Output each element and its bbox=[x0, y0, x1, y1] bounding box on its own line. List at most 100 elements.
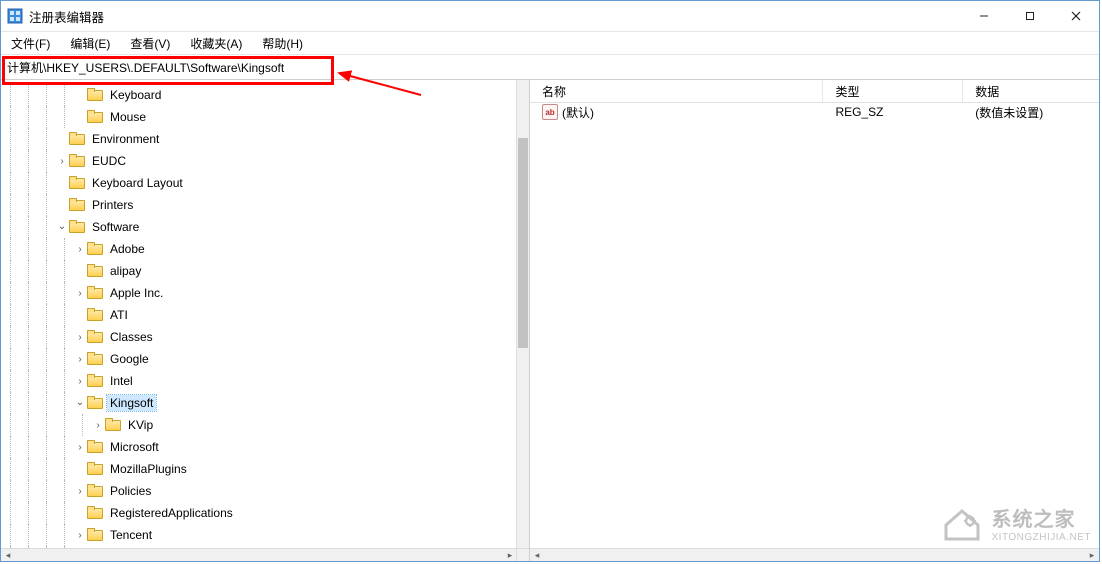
folder-icon bbox=[87, 242, 103, 256]
value-type: REG_SZ bbox=[823, 105, 963, 119]
menu-bar: 文件(F) 编辑(E) 查看(V) 收藏夹(A) 帮助(H) bbox=[1, 32, 1099, 55]
tree-node[interactable]: KVip bbox=[1, 414, 517, 436]
folder-icon bbox=[87, 330, 103, 344]
tree-node[interactable]: Tencent bbox=[1, 524, 517, 546]
tree-node[interactable]: EUDC bbox=[1, 150, 517, 172]
folder-icon bbox=[87, 286, 103, 300]
scrollbar-thumb[interactable] bbox=[518, 138, 528, 348]
folder-icon bbox=[87, 528, 103, 542]
expand-icon[interactable] bbox=[73, 288, 87, 299]
tree-node[interactable]: RegisteredApplications bbox=[1, 502, 517, 524]
folder-icon bbox=[87, 440, 103, 454]
tree-node[interactable]: Keyboard Layout bbox=[1, 172, 517, 194]
expand-icon[interactable] bbox=[73, 244, 87, 255]
tree-vertical-scrollbar[interactable] bbox=[516, 80, 529, 549]
collapse-icon[interactable] bbox=[55, 222, 69, 233]
tree-node-label: ATI bbox=[107, 307, 131, 323]
expand-icon[interactable] bbox=[73, 354, 87, 365]
tree-node-label: Mouse bbox=[107, 109, 149, 125]
folder-icon bbox=[87, 352, 103, 366]
tree-node[interactable]: Policies bbox=[1, 480, 517, 502]
tree-node-label: Keyboard Layout bbox=[89, 175, 186, 191]
expand-icon[interactable] bbox=[73, 376, 87, 387]
menu-help[interactable]: 帮助(H) bbox=[258, 33, 307, 54]
tree-node[interactable]: Mouse bbox=[1, 106, 517, 128]
expand-icon[interactable] bbox=[91, 420, 105, 431]
scroll-right-button[interactable]: ▸ bbox=[1085, 549, 1099, 561]
value-data: (数值未设置) bbox=[963, 104, 1099, 121]
close-button[interactable] bbox=[1053, 1, 1099, 31]
column-header-name[interactable]: 名称 bbox=[530, 80, 823, 102]
tree-node-label: Environment bbox=[89, 131, 162, 147]
tree-node-label: Policies bbox=[107, 483, 154, 499]
string-value-icon: ab bbox=[542, 104, 558, 120]
folder-icon bbox=[87, 110, 103, 124]
folder-icon bbox=[69, 176, 85, 190]
folder-icon bbox=[69, 198, 85, 212]
expand-icon[interactable] bbox=[73, 530, 87, 541]
column-header-data[interactable]: 数据 bbox=[963, 80, 1099, 102]
menu-edit[interactable]: 编辑(E) bbox=[66, 33, 114, 54]
values-list[interactable]: ab(默认) REG_SZ(数值未设置) bbox=[530, 102, 1099, 549]
tree-node-label: Apple Inc. bbox=[107, 285, 166, 301]
menu-file[interactable]: 文件(F) bbox=[7, 33, 54, 54]
scroll-left-button[interactable]: ◂ bbox=[1, 549, 15, 561]
tree-node[interactable]: Environment bbox=[1, 128, 517, 150]
scroll-left-button[interactable]: ◂ bbox=[530, 549, 544, 561]
scroll-right-button[interactable]: ▸ bbox=[503, 549, 517, 561]
tree-node[interactable]: Keyboard bbox=[1, 84, 517, 106]
values-header: 名称 类型 数据 bbox=[530, 80, 1099, 103]
tree-node[interactable]: ATI bbox=[1, 304, 517, 326]
tree-node[interactable]: Intel bbox=[1, 370, 517, 392]
tree-node[interactable]: Kingsoft bbox=[1, 392, 517, 414]
value-name: (默认) bbox=[562, 104, 594, 121]
tree-node-label: Kingsoft bbox=[107, 395, 156, 411]
folder-icon bbox=[87, 506, 103, 520]
folder-icon bbox=[87, 374, 103, 388]
tree-node[interactable]: Google bbox=[1, 348, 517, 370]
tree-node[interactable]: Adobe bbox=[1, 238, 517, 260]
expand-icon[interactable] bbox=[73, 486, 87, 497]
minimize-button[interactable] bbox=[961, 1, 1007, 31]
tree-horizontal-scrollbar[interactable]: ◂ ▸ bbox=[1, 548, 517, 561]
tree-node-label: Intel bbox=[107, 373, 136, 389]
expand-icon[interactable] bbox=[73, 332, 87, 343]
expand-icon[interactable] bbox=[55, 156, 69, 167]
tree-node-label: Microsoft bbox=[107, 439, 162, 455]
tree-node-label: Classes bbox=[107, 329, 156, 345]
values-pane: 名称 类型 数据 ab(默认) REG_SZ(数值未设置) ◂ ▸ bbox=[530, 80, 1099, 561]
folder-icon bbox=[87, 88, 103, 102]
address-bar bbox=[1, 55, 1099, 80]
folder-icon bbox=[87, 264, 103, 278]
tree-node-label: KVip bbox=[125, 417, 156, 433]
tree-node-label: alipay bbox=[107, 263, 144, 279]
expand-icon[interactable] bbox=[73, 442, 87, 453]
tree-node[interactable]: Apple Inc. bbox=[1, 282, 517, 304]
registry-tree[interactable]: Keyboard Mouse Environment EUDC Keyboard Lay… bbox=[1, 80, 517, 549]
tree-node-label: RegisteredApplications bbox=[107, 505, 236, 521]
menu-view[interactable]: 查看(V) bbox=[126, 33, 174, 54]
folder-icon bbox=[87, 396, 103, 410]
column-header-type[interactable]: 类型 bbox=[823, 80, 963, 102]
tree-node-label: Tencent bbox=[107, 527, 155, 543]
collapse-icon[interactable] bbox=[73, 398, 87, 409]
tree-node[interactable]: alipay bbox=[1, 260, 517, 282]
menu-favorites[interactable]: 收藏夹(A) bbox=[186, 33, 246, 54]
tree-node[interactable]: Software bbox=[1, 216, 517, 238]
tree-node-label: Software bbox=[89, 219, 142, 235]
tree-node-label: Adobe bbox=[107, 241, 148, 257]
folder-icon bbox=[87, 462, 103, 476]
tree-node[interactable]: MozillaPlugins bbox=[1, 458, 517, 480]
maximize-button[interactable] bbox=[1007, 1, 1053, 31]
tree-node[interactable]: Microsoft bbox=[1, 436, 517, 458]
address-input[interactable] bbox=[1, 58, 1099, 76]
scroll-corner bbox=[516, 548, 529, 561]
value-row[interactable]: ab(默认) REG_SZ(数值未设置) bbox=[530, 102, 1099, 122]
tree-node[interactable]: Classes bbox=[1, 326, 517, 348]
app-icon bbox=[7, 8, 23, 24]
tree-node[interactable]: Printers bbox=[1, 194, 517, 216]
folder-icon bbox=[87, 484, 103, 498]
title-bar: 注册表编辑器 bbox=[1, 1, 1099, 32]
values-horizontal-scrollbar[interactable]: ◂ ▸ bbox=[530, 548, 1099, 561]
tree-node-label: MozillaPlugins bbox=[107, 461, 190, 477]
